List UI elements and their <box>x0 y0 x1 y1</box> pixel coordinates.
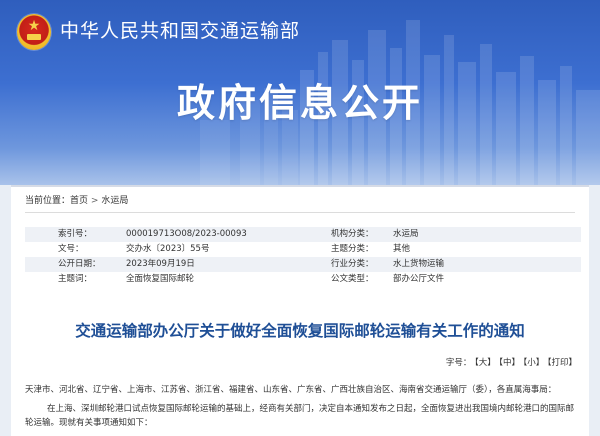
paragraph-line: 在上海、深圳邮轮港口试点恢复国际邮轮运输的基础上，经商有关部门，决定自本通知发布… <box>47 404 575 414</box>
info-key: 主题分类： <box>331 244 374 254</box>
divider <box>25 212 575 213</box>
info-key: 行业分类： <box>312 257 393 272</box>
breadcrumb-home-link[interactable]: 首页 <box>70 196 88 206</box>
font-size-controls: 字号： 【大】 【中】 【小】 【打印】 <box>446 356 577 368</box>
info-value: 2023年09月19日 <box>126 257 312 272</box>
national-emblem-icon: ★ <box>17 14 51 50</box>
info-row: 公开日期： 2023年09月19日 行业分类： 水上货物运输 <box>25 257 581 272</box>
info-value: 000019713O08/2023-00093 <box>126 227 312 242</box>
paragraph: 在上海、深圳邮轮港口试点恢复国际邮轮运输的基础上，经商有关部门，决定自本通知发布… <box>25 402 577 430</box>
font-size-large-button[interactable]: 【大】 <box>474 358 495 368</box>
info-value: 全面恢复国际邮轮 <box>126 274 195 284</box>
breadcrumb-current-link[interactable]: 水运局 <box>101 196 128 206</box>
breadcrumb: 当前位置：首页 > 水运局 <box>25 195 128 207</box>
info-value: 部办公厅文件 <box>393 274 445 284</box>
document-title: 交通运输部办公厅关于做好全面恢复国际邮轮运输有关工作的通知 <box>75 322 525 340</box>
info-key: 机构分类： <box>312 227 393 242</box>
info-value: 交办水〔2023〕55号 <box>126 244 210 254</box>
font-size-medium-button[interactable]: 【中】 <box>499 358 520 368</box>
info-key: 主题词： <box>58 274 93 284</box>
info-row: 文号： 交办水〔2023〕55号 主题分类： 其他 <box>25 242 581 257</box>
breadcrumb-separator: > <box>90 196 99 206</box>
print-button[interactable]: 【打印】 <box>547 358 577 368</box>
header-banner: ★ 中华人民共和国交通运输部 政府信息公开 <box>0 0 600 185</box>
font-size-small-button[interactable]: 【小】 <box>523 358 544 368</box>
info-row: 索引号： 000019713O08/2023-00093 机构分类： 水运局 <box>25 227 581 242</box>
info-key: 公文类型： <box>331 274 374 284</box>
section-title: 政府信息公开 <box>176 81 423 125</box>
info-row: 主题词： 全面恢复国际邮轮 公文类型： 部办公厅文件 <box>25 272 581 287</box>
info-key: 公开日期： <box>25 257 126 272</box>
info-value: 其他 <box>393 244 411 254</box>
info-key: 索引号： <box>25 227 126 242</box>
addressees: 天津市、河北省、辽宁省、上海市、江苏省、浙江省、福建省、山东省、广东省、广西壮族… <box>25 385 557 395</box>
ministry-name[interactable]: 中华人民共和国交通运输部 <box>60 18 300 44</box>
info-value: 水上货物运输 <box>393 257 581 272</box>
paragraph-line: 轮运输。现就有关事项通知如下： <box>25 418 153 428</box>
document-body: 天津市、河北省、辽宁省、上海市、江苏省、浙江省、福建省、山东省、广东省、广西壮族… <box>25 382 577 430</box>
breadcrumb-prefix: 当前位置： <box>25 196 71 206</box>
font-size-label: 字号： <box>445 358 472 368</box>
info-value: 水运局 <box>393 227 581 242</box>
info-key: 文号： <box>58 244 84 254</box>
content-card: 当前位置：首页 > 水运局 索引号： 000019713O08/2023-000… <box>11 185 589 436</box>
document-info-table: 索引号： 000019713O08/2023-00093 机构分类： 水运局 文… <box>25 227 581 287</box>
